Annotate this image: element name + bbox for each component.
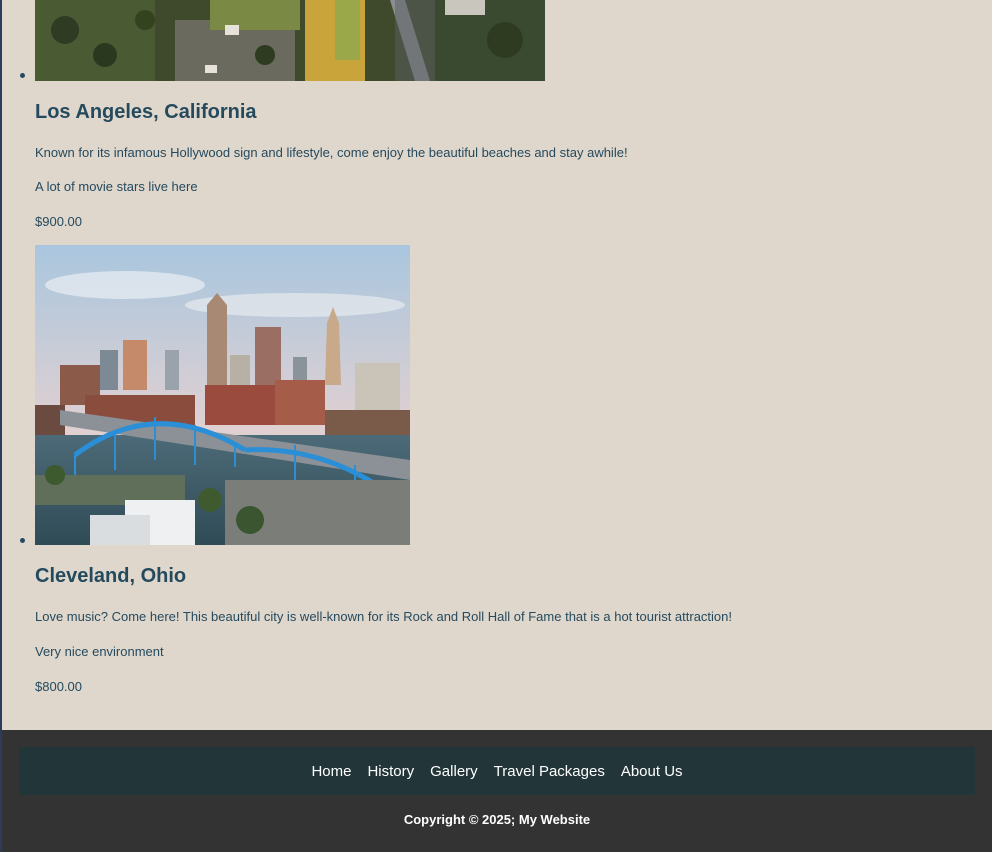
package-title: Cleveland, Ohio (35, 565, 187, 587)
package-description: Love music? Come here! This beautiful ci… (35, 609, 732, 624)
list-bullet (20, 538, 25, 543)
nav-link-history[interactable]: History (367, 763, 414, 780)
copyright-text: Copyright © 2025; My Website (403, 812, 591, 827)
package-price: $900.00 (35, 214, 82, 229)
site-footer: Home History Gallery Travel Packages Abo… (2, 730, 992, 852)
package-price: $800.00 (35, 679, 82, 694)
nav-link-gallery[interactable]: Gallery (430, 763, 478, 780)
los-angeles-image (35, 0, 545, 81)
package-description: Known for its infamous Hollywood sign an… (35, 145, 628, 160)
cleveland-image (35, 245, 410, 545)
nav-link-travel-packages[interactable]: Travel Packages (494, 763, 605, 780)
package-note: Very nice environment (35, 644, 164, 659)
nav-link-home[interactable]: Home (311, 763, 351, 780)
list-bullet (20, 73, 25, 78)
package-note: A lot of movie stars live here (35, 179, 198, 194)
footer-nav: Home History Gallery Travel Packages Abo… (19, 747, 975, 795)
nav-link-about-us[interactable]: About Us (621, 763, 683, 780)
package-title: Los Angeles, California (35, 101, 257, 123)
main-content: Los Angeles, California Known for its in… (2, 0, 992, 730)
